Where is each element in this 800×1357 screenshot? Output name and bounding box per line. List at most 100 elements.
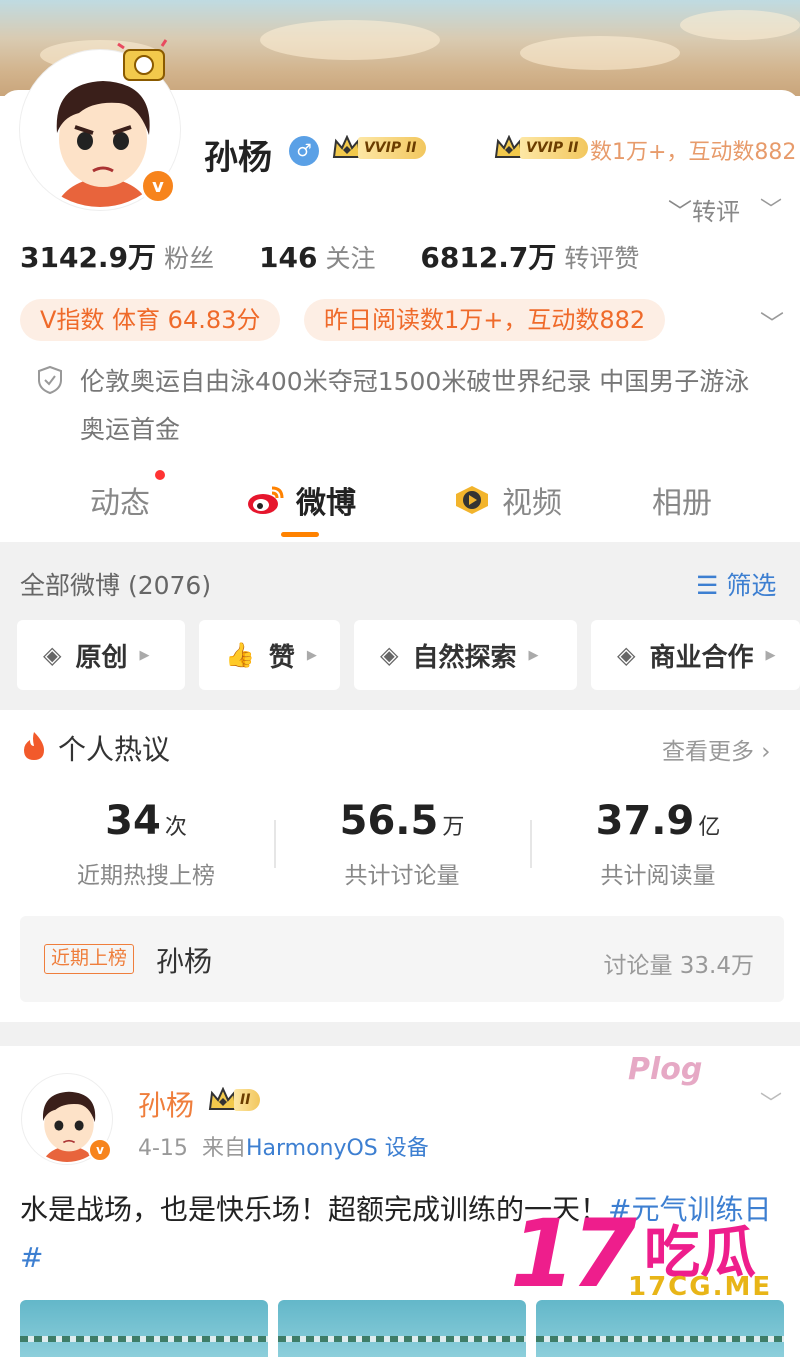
chip-business[interactable]: ◈ 商业合作 ▶ [591, 620, 800, 690]
profile-avatar[interactable]: v [20, 39, 180, 210]
chip-label: 原创 [75, 642, 128, 673]
trending-topic-row[interactable]: 近期上榜 孙杨 讨论量 33.4万 [20, 916, 784, 1002]
metric-value: 37.9 [595, 798, 695, 844]
chip-nature[interactable]: ◈ 自然探索 ▶ [354, 620, 577, 690]
pool-lane-rope [278, 1336, 526, 1342]
chevron-down-icon[interactable]: ﹀ [760, 192, 782, 224]
hot-discussion-section: 个人热议 查看更多 › 34 次 近期热搜上榜 56.5 万 共计讨论量 37.9 亿… [0, 712, 800, 1022]
pool-lane-rope [20, 1336, 268, 1342]
metric-discussion: 56.5 万 共计讨论量 [272, 798, 532, 890]
metric-unit: 万 [442, 815, 465, 840]
post-author-name[interactable]: 孙杨 [138, 1084, 194, 1124]
verified-badge-icon: v [88, 1138, 112, 1162]
pool-lane-rope [536, 1336, 784, 1342]
trending-topic-name: 孙杨 [156, 945, 213, 978]
triangle-right-icon: ▶ [306, 647, 317, 663]
triangle-right-icon: ▶ [139, 647, 150, 663]
post-vip-badge[interactable]: II [208, 1086, 261, 1114]
layers-icon: ◈ [43, 641, 62, 669]
metric-value: 34 [105, 798, 161, 844]
site-watermark: 17 吃瓜 17CG.ME [510, 1200, 800, 1310]
repost-toggle[interactable]: ﹀转评 [668, 192, 740, 227]
triangle-right-icon: ▶ [765, 647, 776, 663]
triangle-right-icon: ▶ [528, 647, 539, 663]
tab-weibo[interactable]: 微博 [246, 478, 356, 522]
layers-icon: ◈ [380, 641, 399, 669]
reading-stats-pill[interactable]: 昨日阅读数1万+，互动数882 [304, 299, 666, 341]
tab-label: 相册 [652, 486, 712, 521]
discussion-count: 讨论量 33.4万 [603, 953, 754, 979]
interaction-label: 转评赞 [564, 244, 640, 273]
tab-dynamics[interactable]: 动态 [90, 478, 150, 522]
metric-value: 56.5 [339, 798, 439, 844]
metric-hot-search: 34 次 近期热搜上榜 [16, 798, 276, 890]
vvip-label: VVIP [526, 140, 564, 156]
metric-unit: 次 [164, 815, 187, 840]
vvip-level: II [568, 140, 579, 156]
all-weibo-count[interactable]: 全部微博 (2076) [20, 566, 211, 602]
profile-stats: 3142.9万 粉丝 146 关注 6812.7万 转评赞 [20, 236, 675, 276]
post-source[interactable]: HarmonyOS 设备 [246, 1136, 429, 1161]
vvip-badge-ghost: VVIP II [494, 134, 589, 162]
post-image-thumbnail[interactable] [20, 1300, 268, 1357]
plog-sticker: Plog [628, 1052, 703, 1087]
watermark-url: 17CG.ME [628, 1272, 773, 1302]
v-index-pill[interactable]: V指数 体育 64.83分 [20, 299, 281, 341]
vvip-label: VVIP [364, 140, 402, 156]
vvip-level: II [406, 140, 417, 156]
shield-check-icon [38, 365, 62, 395]
tab-label: 动态 [90, 486, 150, 521]
profile-tabs: 动态 微博 视频 相册 [0, 470, 800, 542]
interaction-count[interactable]: 6812.7万 [420, 241, 556, 274]
post-date: 4-15 [138, 1136, 188, 1161]
metric-label: 共计讨论量 [344, 863, 460, 889]
chip-label: 赞 [268, 642, 295, 673]
chevron-down-icon[interactable]: ﹀ [760, 304, 784, 339]
weibo-logo-icon [248, 486, 284, 514]
chip-original[interactable]: ◈ 原创 ▶ [17, 620, 185, 690]
watermark-number: 17 [510, 1200, 637, 1309]
verified-badge-icon: v [140, 168, 176, 204]
male-gender-icon: ♂ [289, 136, 319, 166]
metric-reading: 37.9 亿 共计阅读量 [528, 798, 788, 890]
hot-title: 个人热议 [58, 733, 171, 766]
recent-trending-tag: 近期上榜 [44, 944, 135, 974]
filter-icon: ☰ [696, 571, 719, 600]
post-image-thumbnail[interactable] [278, 1300, 526, 1357]
active-tab-indicator [281, 532, 319, 537]
ghost-overlay-text: 数1万+，互动数882 [590, 140, 797, 165]
section-divider [0, 1022, 800, 1046]
fans-label: 粉丝 [164, 244, 215, 273]
chip-like[interactable]: 👍 赞 ▶ [199, 620, 340, 690]
post-meta: 4-15 来自HarmonyOS 设备 [138, 1130, 429, 1162]
metric-label: 共计阅读量 [600, 863, 716, 889]
filter-label: 筛选 [726, 571, 777, 600]
fans-count[interactable]: 3142.9万 [20, 241, 156, 274]
chevron-down-icon[interactable]: ﹀ [760, 1086, 782, 1118]
tab-video[interactable]: 视频 [452, 478, 562, 522]
repost-toggle-label: 转评 [692, 198, 740, 226]
filter-button[interactable]: ☰ 筛选 [696, 566, 776, 602]
tab-label: 微博 [296, 486, 356, 521]
chip-label: 商业合作 [649, 642, 754, 673]
post-from-label: 来自 [201, 1136, 246, 1161]
filter-area: 全部微博 (2076) ☰ 筛选 ◈ 原创 ▶ 👍 赞 ▶ ◈ 自然探索 ▶ ◈ 商业合作 ▶ [0, 542, 800, 710]
metric-unit: 亿 [698, 815, 721, 840]
vip-level-label: II [234, 1089, 261, 1111]
vvip-badge[interactable]: VVIP II [332, 134, 427, 162]
following-label: 关注 [325, 244, 376, 273]
tab-album[interactable]: 相册 [652, 478, 712, 522]
thumbs-up-icon: 👍 [225, 641, 255, 669]
camera-decoration-icon [117, 39, 168, 81]
profile-name: 孙杨 [204, 138, 272, 178]
see-more-link[interactable]: 查看更多 › [662, 732, 771, 766]
layers-icon: ◈ [617, 641, 636, 669]
profile-bio: 伦敦奥运自由泳400米夺冠1500米破世界纪录 中国男子游泳奥运首金 [80, 367, 750, 444]
video-icon [456, 486, 488, 514]
tab-label: 视频 [502, 486, 562, 521]
following-count[interactable]: 146 [259, 241, 317, 274]
chevron-down-icon: ﹀ [668, 198, 692, 226]
flame-icon [24, 732, 44, 760]
post-author-avatar[interactable]: v [22, 1074, 112, 1164]
notification-dot [155, 470, 165, 480]
